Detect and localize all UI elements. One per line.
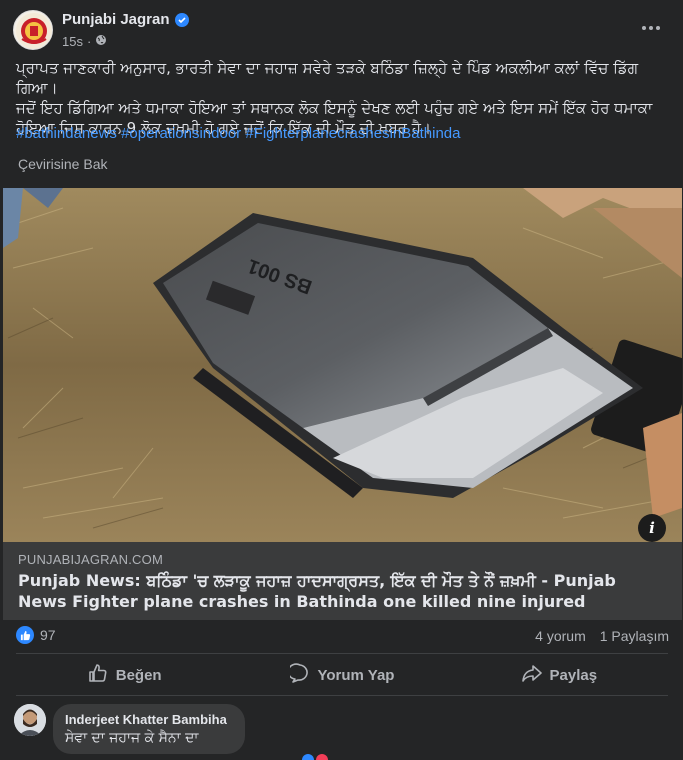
- verified-badge-icon: [174, 12, 189, 27]
- like-reaction-icon: [16, 626, 34, 644]
- engagement-counts: 4 yorum 1 Paylaşım: [535, 628, 669, 644]
- hashtags[interactable]: #bathindanews #operationsindoor #Fighter…: [16, 125, 460, 142]
- comment-count[interactable]: 4 yorum: [535, 628, 586, 644]
- reaction-summary[interactable]: 97: [16, 626, 56, 644]
- action-bar: Beğen Yorum Yap Paylaş: [16, 656, 668, 694]
- photo-info-icon[interactable]: i: [638, 514, 666, 542]
- like-count[interactable]: 97: [40, 627, 56, 643]
- link-title: Punjab News: ਬਠਿੰਡਾ 'ਚ ਲੜਾਕੂ ਜਹਾਜ਼ ਹਾਦਸਾ…: [18, 570, 658, 612]
- like-button[interactable]: Beğen: [16, 656, 233, 694]
- link-title-line: Punjab News: ਬਠਿੰਡਾ 'ਚ ਲੜਾਕੂ ਜਹਾਜ਼ ਹਾਦਸਾ…: [18, 571, 616, 590]
- post-text-line: ਪ੍ਰਾਪਤ ਜਾਣਕਾਰੀ ਅਨੁਸਾਰ, ਭਾਰਤੀ ਸੇਵਾ ਦਾ ਜਹਾ…: [16, 59, 639, 97]
- privacy-globe-icon[interactable]: [95, 34, 107, 49]
- share-arrow-icon: [521, 663, 542, 687]
- more-options-icon[interactable]: [637, 16, 665, 40]
- link-preview[interactable]: PUNJABIJAGRAN.COM Punjab News: ਬਠਿੰਡਾ 'ਚ…: [3, 542, 682, 620]
- comment-text: ਸੇਵਾ ਦਾ ਜਹਾਜ ਕੇ ਸੈਨਾ ਦਾ: [65, 730, 199, 746]
- divider: [16, 695, 668, 696]
- post-header: Punjabi Jagran 15s ·: [0, 0, 683, 56]
- post-timestamp[interactable]: 15s: [62, 34, 83, 49]
- page-name-label[interactable]: Punjabi Jagran: [62, 11, 170, 28]
- thumbs-up-icon: [88, 663, 108, 687]
- link-title-line: News Fighter plane crashes in Bathinda o…: [18, 592, 586, 611]
- share-count[interactable]: 1 Paylaşım: [600, 628, 669, 644]
- divider: [16, 653, 668, 654]
- comment-button-label: Yorum Yap: [317, 666, 395, 684]
- post-photo[interactable]: BS 001 i: [3, 188, 682, 542]
- post-text-line: ਜਦੋਂ ਇਹ ਡਿੱਗਿਆ ਅਤੇ ਧਮਾਕਾ ਹੋਇਆ ਤਾਂ ਸਥਾਨਕ …: [16, 99, 653, 117]
- comment-bubble-icon: [286, 663, 310, 687]
- meta-separator: ·: [86, 34, 92, 49]
- page-avatar[interactable]: [13, 10, 53, 50]
- share-button-label: Paylaş: [549, 666, 598, 684]
- post-meta: 15s ·: [62, 34, 107, 49]
- commenter-name[interactable]: Inderjeet Khatter Bambiha: [65, 712, 233, 727]
- comment-button[interactable]: Yorum Yap: [233, 656, 450, 694]
- comment-bubble[interactable]: Inderjeet Khatter Bambiha ਸੇਵਾ ਦਾ ਜਹਾਜ ਕ…: [53, 704, 245, 754]
- like-button-label: Beğen: [115, 666, 162, 684]
- share-button[interactable]: Paylaş: [451, 656, 668, 694]
- commenter-avatar[interactable]: [14, 704, 46, 736]
- link-domain: PUNJABIJAGRAN.COM: [18, 552, 163, 567]
- comment-reaction-icons: [302, 754, 328, 760]
- page-name[interactable]: Punjabi Jagran: [62, 11, 189, 28]
- crash-wreckage-photo: BS 001: [3, 188, 682, 542]
- see-translation-link[interactable]: Çevirisine Bak: [18, 156, 107, 172]
